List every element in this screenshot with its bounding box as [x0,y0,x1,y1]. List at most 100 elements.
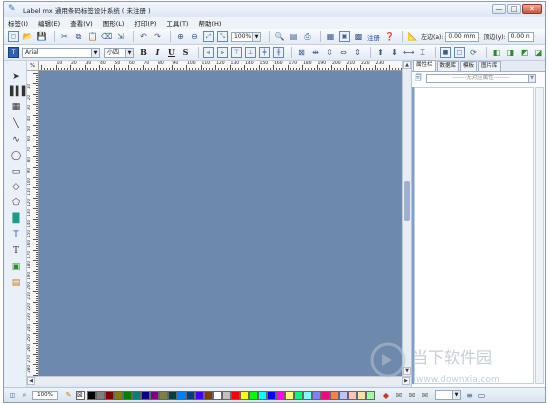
color-swatch[interactable] [87,390,96,400]
fit-page-icon[interactable]: ⤢ [203,31,214,42]
print-icon[interactable]: ⎙ [302,31,313,42]
color-swatch[interactable] [303,390,312,400]
color-swatch[interactable] [267,390,276,400]
bold-button[interactable]: B [138,47,149,58]
color-swatch[interactable] [231,390,240,400]
zoom-in-icon[interactable]: ⊕ [175,31,186,42]
line-weight-icon[interactable]: ≡ [465,390,474,401]
menu-view[interactable]: 查看(V) [70,18,93,28]
color-swatch[interactable] [159,390,168,400]
underline-button[interactable]: U [166,47,177,58]
diamond-tool-icon[interactable]: ◇ [10,181,22,193]
redo-icon[interactable]: ↷ [152,31,163,42]
database-icon[interactable]: ▣ [339,31,350,42]
color-swatch[interactable] [186,390,195,400]
polygon-tool-icon[interactable]: ⬠ [10,197,22,209]
menu-help[interactable]: 帮助(H) [198,18,221,28]
scroll-right-icon[interactable]: ▶ [402,377,410,385]
ellipse-tool-icon[interactable]: ◯ [10,150,22,162]
open-folder-icon[interactable]: 📂 [22,31,33,42]
flip-v-icon[interactable]: ⌶ [417,47,428,58]
menu-label[interactable]: 标签(I) [8,18,28,28]
zoom-select[interactable]: 100% ▼ [231,31,261,42]
color-swatch[interactable] [114,390,123,400]
color-swatch[interactable] [177,390,186,400]
layer-bottom-icon[interactable]: ◪ [533,47,544,58]
properties-scrollbar[interactable] [535,87,544,384]
vertical-scrollbar[interactable]: ▲ ▼ [402,61,411,376]
color-swatch[interactable] [294,390,303,400]
curve-tool-icon[interactable]: ∿ [10,134,22,146]
fill-color-icon[interactable]: ◆ [381,390,391,401]
date-tool-icon[interactable]: ▤ [10,277,22,289]
line-tool-icon[interactable]: ╲ [10,118,22,130]
grid-icon[interactable]: ▦ [325,31,336,42]
send-back-icon[interactable]: ⬇ [389,47,400,58]
undo-icon[interactable]: ↶ [138,31,149,42]
delete-icon[interactable]: ⌫ [101,31,112,42]
distribute-v-icon[interactable]: ⇳ [324,47,335,58]
group-icon[interactable]: ⊠ [296,47,307,58]
align-middle-icon[interactable]: ╫ [273,47,284,58]
color-swatch[interactable] [132,390,141,400]
color-swatch[interactable] [204,390,213,400]
maximize-button[interactable]: □ [507,4,521,14]
export-icon[interactable]: ⇲ [115,31,126,42]
properties-select[interactable]: -------无对应属性-------- ▼ [426,74,536,83]
text-tool-icon[interactable]: T [10,229,22,241]
print-preview-icon[interactable]: 🔍 [274,31,285,42]
layer-top-icon[interactable]: ◩ [519,47,530,58]
color-swatch[interactable] [168,390,177,400]
color-swatch[interactable] [105,390,114,400]
save-icon[interactable]: 💾 [36,31,47,42]
shadow-icon[interactable]: ✉ [420,390,430,401]
minimize-button[interactable]: — [492,4,506,14]
menu-edit[interactable]: 编辑(E) [38,18,60,28]
scroll-left-icon[interactable]: ◀ [27,377,35,385]
distribute-h-icon[interactable]: ⇹ [310,47,321,58]
text-style-icon[interactable]: T [8,47,19,58]
rich-text-tool-icon[interactable]: T [10,245,22,257]
no-color-swatch[interactable]: ⊠ [76,390,85,400]
color-swatch[interactable] [339,390,348,400]
line-color-icon[interactable]: ✉ [407,390,417,401]
scroll-up-icon[interactable]: ▲ [403,61,411,69]
color-swatch[interactable] [285,390,294,400]
color-picker-icon[interactable]: ✎ [64,390,73,401]
color-swatch[interactable] [249,390,258,400]
align-right-icon[interactable]: ⫸ [217,47,228,58]
new-file-icon[interactable]: ▢ [8,31,19,42]
pointer-tool-icon[interactable]: ➤ [10,71,22,83]
tab-properties[interactable]: 属性栏 [413,60,436,71]
align-top-icon[interactable]: ⊤ [231,47,242,58]
layer-down-icon[interactable]: ◨ [505,47,516,58]
fill-rect-tool-icon[interactable]: █ [10,213,22,225]
cut-icon[interactable]: ✂ [59,31,70,42]
dash-style-icon[interactable]: ▭ [477,390,486,401]
color-swatch[interactable] [123,390,132,400]
design-canvas[interactable] [39,71,402,376]
flip-h-icon[interactable]: ⟷ [403,47,414,58]
color-swatch[interactable] [195,390,204,400]
help-icon[interactable]: ❓ [384,31,395,42]
color-swatch[interactable] [366,390,375,400]
font-size-select[interactable]: 小四 ▼ [104,47,134,58]
page-setup-icon[interactable]: ▤ [288,31,299,42]
color-swatch[interactable] [312,390,321,400]
layer-up-icon[interactable]: ◧ [491,47,502,58]
color-swatch[interactable] [348,390,357,400]
scroll-down-icon[interactable]: ▼ [403,367,411,375]
color-swatch[interactable] [213,390,222,400]
rotate-icon[interactable]: ⟳ [468,47,479,58]
copy-icon[interactable]: ⧉ [73,31,84,42]
zoom-icon[interactable]: ⌕ [20,390,29,401]
color-swatch[interactable] [240,390,249,400]
color-swatch[interactable] [150,390,159,400]
register-button[interactable]: 注册 [367,32,380,42]
italic-button[interactable]: I [152,47,163,58]
color-swatch[interactable] [96,390,105,400]
menu-graphics[interactable]: 图形(L) [103,18,125,28]
color-swatch[interactable] [330,390,339,400]
color-swatch[interactable] [357,390,366,400]
vertical-scroll-thumb[interactable] [404,181,410,221]
